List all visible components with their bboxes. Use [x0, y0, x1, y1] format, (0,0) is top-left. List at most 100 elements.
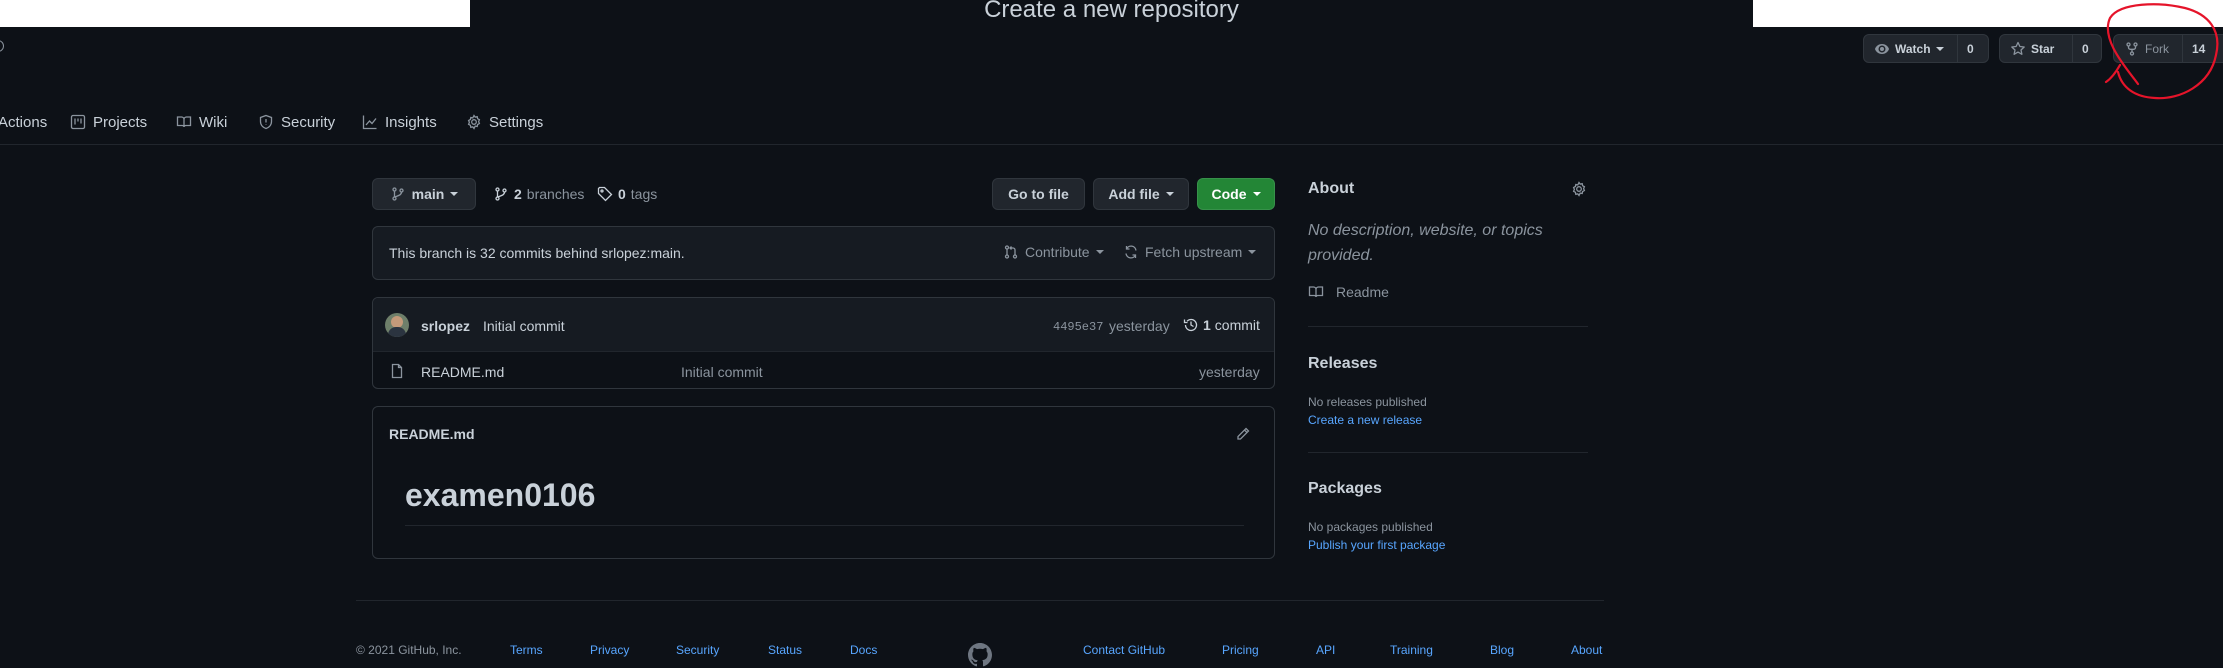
file-list-box: srlopez Initial commit 4495e37 yesterday… — [372, 297, 1275, 389]
tab-projects-label: Projects — [93, 113, 148, 131]
tags-label: tags — [630, 186, 658, 202]
latest-commit-header: srlopez Initial commit 4495e37 yesterday… — [373, 298, 1274, 352]
commit-message[interactable]: Initial commit — [483, 318, 565, 334]
partial-icon — [0, 40, 4, 52]
tags-count: 0 — [618, 186, 626, 202]
readme-link-label: Readme — [1336, 284, 1389, 300]
github-logo-icon[interactable] — [968, 643, 992, 667]
star-button[interactable]: Star 0 — [1999, 34, 2102, 63]
tab-security-label: Security — [281, 113, 336, 131]
file-commit-message[interactable]: Initial commit — [681, 364, 763, 380]
chevron-down-icon — [1248, 250, 1257, 254]
commits-count: 1 — [1203, 317, 1211, 333]
branch-select-button[interactable]: main — [372, 178, 476, 210]
chevron-down-icon — [1935, 46, 1944, 51]
about-title: About — [1308, 180, 1355, 197]
publish-package-link[interactable]: Publish your first package — [1308, 538, 1445, 552]
gear-icon — [467, 114, 481, 130]
tab-insights-label: Insights — [385, 113, 437, 131]
tab-settings-label: Settings — [489, 113, 544, 131]
branch-icon — [392, 187, 404, 201]
add-file-label: Add file — [1108, 186, 1160, 202]
avatar[interactable] — [385, 313, 409, 337]
footer-link-security[interactable]: Security — [676, 643, 719, 657]
go-to-file-label: Go to file — [1008, 186, 1069, 202]
readme-box: README.md examen0106 — [372, 406, 1275, 559]
contribute-button[interactable]: Contribute — [1003, 244, 1104, 260]
file-time: yesterday — [1199, 364, 1260, 380]
sidebar-divider — [1308, 452, 1588, 453]
tab-actions-label: Actions — [0, 113, 48, 131]
footer-link-contact[interactable]: Contact GitHub — [1083, 643, 1165, 657]
create-release-link[interactable]: Create a new release — [1308, 413, 1422, 427]
branches-label: branches — [526, 186, 585, 202]
chevron-down-icon — [450, 192, 459, 196]
footer-link-status[interactable]: Status — [768, 643, 802, 657]
file-name[interactable]: README.md — [421, 364, 504, 380]
readme-filename: README.md — [389, 426, 475, 442]
footer-divider — [356, 600, 1604, 601]
releases-title[interactable]: Releases — [1308, 355, 1377, 373]
releases-empty-text: No releases published — [1308, 395, 1427, 409]
pencil-icon[interactable] — [1235, 426, 1251, 442]
chevron-down-icon — [1165, 192, 1174, 196]
readme-heading-underline — [405, 525, 1244, 526]
packages-title[interactable]: Packages — [1308, 480, 1382, 498]
tab-insights[interactable]: Insights — [362, 108, 437, 136]
footer-link-terms[interactable]: Terms — [510, 643, 543, 657]
readme-heading: examen0106 — [405, 477, 596, 513]
contribute-label: Contribute — [1025, 244, 1090, 260]
pull-request-icon — [1004, 245, 1018, 259]
graph-icon — [362, 115, 377, 130]
commit-author[interactable]: srlopez — [421, 318, 470, 334]
tag-icon — [597, 186, 613, 202]
footer-link-docs[interactable]: Docs — [850, 643, 877, 657]
overlay-title: Create a new repository — [984, 0, 1239, 23]
commits-history-link[interactable]: 1 commit — [1183, 317, 1260, 333]
sidebar-divider — [1308, 326, 1588, 327]
tab-settings[interactable]: Settings — [466, 108, 543, 136]
readme-link[interactable]: Readme — [1308, 284, 1389, 300]
project-icon — [70, 114, 86, 130]
tab-wiki[interactable]: Wiki — [176, 108, 227, 136]
tab-security[interactable]: Security — [258, 108, 335, 136]
code-label: Code — [1211, 186, 1247, 202]
tab-actions[interactable]: Actions — [0, 108, 47, 136]
branch-status-box: This branch is 32 commits behind srlopez… — [372, 226, 1275, 280]
star-icon — [2011, 41, 2025, 55]
gear-icon[interactable] — [1571, 181, 1587, 197]
watch-count[interactable]: 0 — [1958, 35, 1983, 62]
book-icon — [176, 116, 192, 128]
sync-icon — [1125, 245, 1137, 259]
footer-link-about[interactable]: About — [1571, 643, 1602, 657]
branch-status-text: This branch is 32 commits behind srlopez… — [389, 245, 685, 261]
commit-sha[interactable]: 4495e37 — [1053, 320, 1103, 334]
about-description: No description, website, or topics provi… — [1308, 222, 1543, 264]
branches-link[interactable]: 2 branches — [493, 184, 584, 204]
star-label: Star — [2031, 41, 2055, 56]
book-icon — [1308, 286, 1324, 298]
add-file-button[interactable]: Add file — [1093, 178, 1189, 210]
fetch-upstream-button[interactable]: Fetch upstream — [1123, 244, 1257, 260]
tab-projects[interactable]: Projects — [70, 108, 147, 136]
fetch-upstream-label: Fetch upstream — [1145, 244, 1243, 260]
commit-time: yesterday — [1109, 318, 1170, 334]
tab-wiki-label: Wiki — [199, 113, 228, 131]
footer-link-api[interactable]: API — [1316, 643, 1335, 657]
footer-link-blog[interactable]: Blog — [1490, 643, 1514, 657]
footer-link-pricing[interactable]: Pricing — [1222, 643, 1259, 657]
overlay-white-left — [0, 0, 470, 27]
commits-label: commit — [1214, 317, 1260, 333]
go-to-file-button[interactable]: Go to file — [992, 178, 1085, 210]
chevron-down-icon — [1252, 192, 1261, 196]
tags-link[interactable]: 0 tags — [597, 184, 657, 204]
footer-link-privacy[interactable]: Privacy — [590, 643, 629, 657]
packages-empty-text: No packages published — [1308, 520, 1433, 534]
branch-name: main — [411, 186, 445, 202]
file-icon — [391, 363, 403, 379]
table-row[interactable]: README.md Initial commit yesterday — [373, 352, 1274, 388]
footer: © 2021 GitHub, Inc. Terms Privacy Securi… — [0, 643, 2223, 667]
code-button[interactable]: Code — [1197, 178, 1275, 210]
footer-link-training[interactable]: Training — [1390, 643, 1433, 657]
watch-button[interactable]: Watch 0 — [1863, 34, 1989, 63]
